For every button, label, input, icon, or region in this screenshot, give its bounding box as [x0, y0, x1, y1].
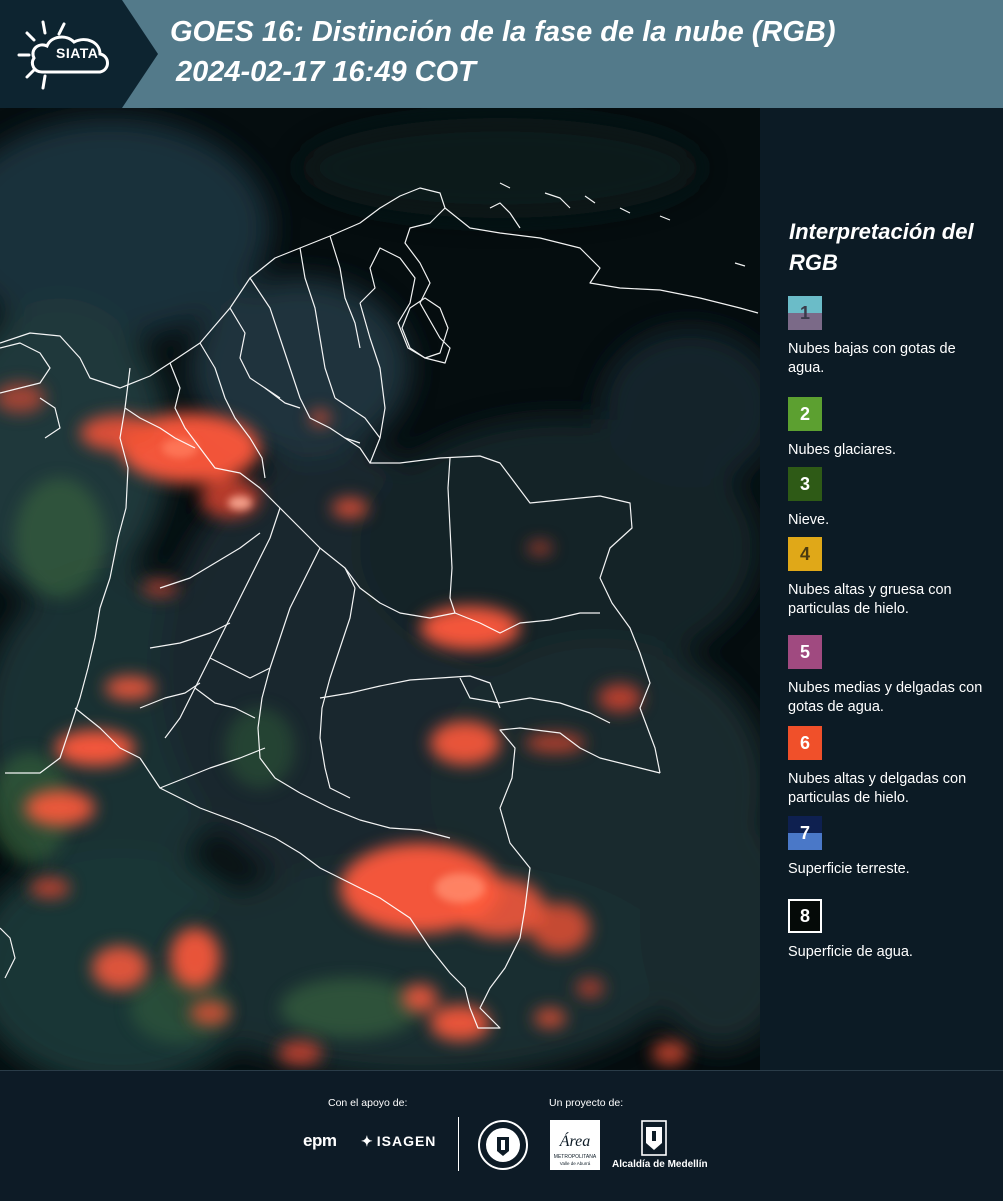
footer-divider: [458, 1117, 459, 1171]
area-metropolitana-logo: Área METROPOLITANA Valle de Aburrá: [550, 1120, 600, 1170]
legend-description: Nieve.: [788, 512, 830, 528]
legend-swatch-number: 4: [799, 543, 810, 564]
legend-swatch: 6: [788, 726, 822, 760]
legend-description: Nubes medias y delgadas con gotas de agu…: [788, 680, 983, 715]
header-bar: SIATA GOES 16: Distinción de la fase de …: [0, 0, 1003, 108]
legend-swatch: 2: [788, 397, 822, 431]
legend-swatch-number: 5: [799, 641, 810, 662]
legend-swatch-number: 8: [799, 905, 810, 926]
legend-swatch-number: 3: [799, 473, 810, 494]
legend-swatch: 1: [788, 296, 822, 330]
legend-swatch-number: 1: [799, 302, 810, 323]
isagen-logo: ✦ ISAGEN: [361, 1133, 436, 1150]
legend-description: Nubes bajas con gotas de agua.: [788, 341, 956, 376]
svg-text:Área: Área: [559, 1131, 591, 1150]
siata-logo-text: SIATA: [56, 45, 99, 61]
isagen-logo-text: ISAGEN: [376, 1133, 437, 1149]
legend-description: Superficie terreste.: [788, 861, 910, 877]
svg-text:METROPOLITANA: METROPOLITANA: [554, 1154, 597, 1160]
epm-logo: epm: [303, 1131, 337, 1150]
legend-item: 1 Nubes bajas con gotas de agua.: [788, 296, 988, 378]
isagen-mark-icon: ✦: [361, 1133, 374, 1149]
legend-item: 6 Nubes altas y delgadas con particulas d…: [788, 726, 988, 808]
alcaldia-label: Alcaldía de Medellín: [612, 1159, 708, 1170]
legend-item: 4 Nubes altas y gruesa con particulas de …: [788, 537, 988, 619]
legend-item: 8 Superficie de agua.: [788, 899, 988, 962]
legend-swatch-number: 6: [799, 732, 810, 753]
page-subtitle-timestamp: 2024-02-17 16:49 COT: [176, 56, 476, 88]
university-seal-icon: [478, 1120, 528, 1170]
legend-swatch-number: 2: [799, 403, 810, 424]
legend-swatch-number: 7: [799, 822, 810, 843]
legend-swatch: 7: [788, 816, 822, 850]
legend-item: 5 Nubes medias y delgadas con gotas de ag…: [788, 635, 988, 717]
legend-panel: Interpretación del RGB 1 Nubes bajas con …: [760, 108, 1003, 1070]
satellite-map: [0, 108, 760, 1070]
alcaldia-coat-of-arms-icon: [641, 1120, 667, 1156]
legend-item: 7 Superficie terreste.: [788, 816, 988, 879]
legend-swatch: 4: [788, 537, 822, 571]
footer: Con el apoyo de: Un proyecto de: epm ✦ IS…: [0, 1070, 1003, 1201]
legend-description: Superficie de agua.: [788, 944, 913, 960]
project-label: Un proyecto de:: [549, 1097, 624, 1109]
legend-swatch: 5: [788, 635, 822, 669]
legend-item: 2 Nubes glaciares.: [788, 397, 988, 460]
legend-title: Interpretación del RGB: [789, 219, 974, 275]
siata-logo: SIATA: [0, 0, 160, 108]
svg-text:Valle de Aburrá: Valle de Aburrá: [560, 1161, 591, 1166]
legend-item: 3 Nieve.: [788, 467, 988, 530]
legend-swatch: 8: [788, 899, 822, 933]
legend-description: Nubes altas y gruesa con particulas de h…: [788, 582, 952, 617]
legend-description: Nubes altas y delgadas con particulas de…: [788, 771, 967, 806]
page-title: GOES 16: Distinción de la fase de la nub…: [170, 16, 836, 48]
legend-description: Nubes glaciares.: [788, 442, 896, 458]
legend-swatch: 3: [788, 467, 822, 501]
support-label: Con el apoyo de:: [328, 1097, 408, 1109]
